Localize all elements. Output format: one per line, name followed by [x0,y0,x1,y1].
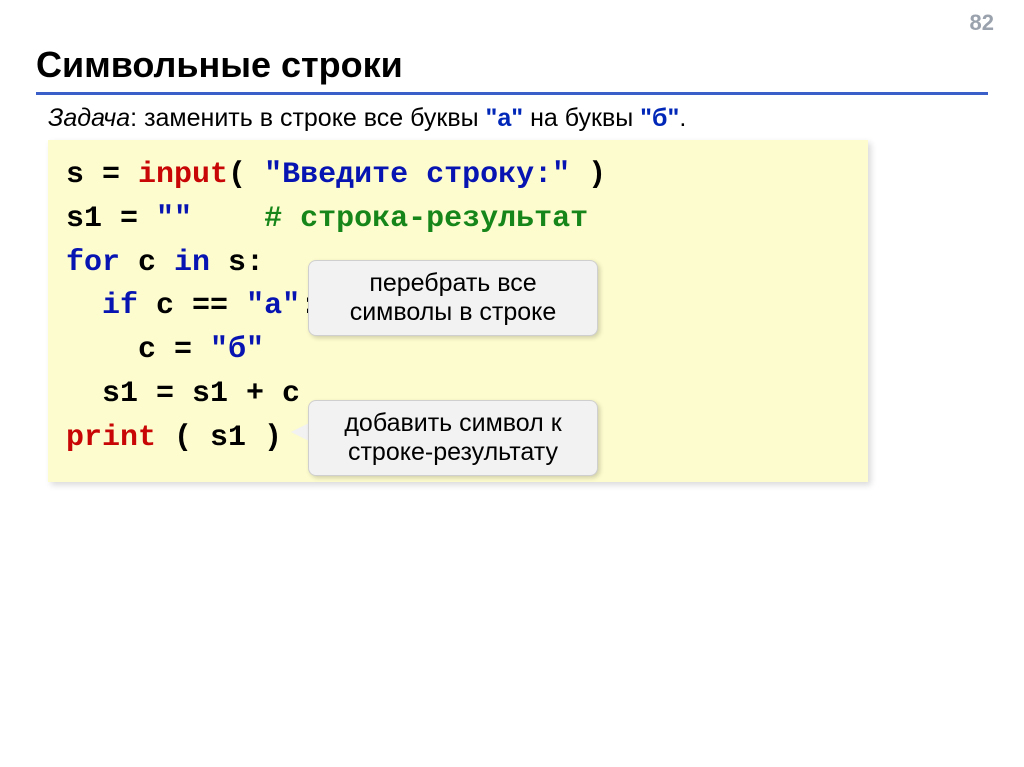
slide-title: Символьные строки [36,44,403,86]
tok-str-a: "а" [246,289,300,323]
tok-in: in [174,246,210,280]
callout-iterate: перебрать все символы в строке [308,260,598,336]
task-text-1: заменить в строке все буквы [144,104,485,132]
tok-indent5 [66,333,138,367]
tok-eqeq: == [174,289,246,323]
tok-pad [192,202,264,236]
callout-append: добавить символ к строке-результату [308,400,598,476]
task-text-2: на буквы [523,104,640,132]
tok-for: for [66,246,120,280]
tok-c5: c [138,333,156,367]
tok-empty-str: "" [156,202,192,236]
tok-open: ( [228,158,264,192]
tok-str-b: "б" [210,333,264,367]
tok-indent4 [66,289,102,323]
tok-eq5: = [156,333,210,367]
task-label: Задача [48,104,130,132]
page-number: 82 [970,10,994,36]
tok-cvar: c [138,289,174,323]
task-line: Задача: заменить в строке все буквы "а" … [48,104,686,133]
tok-expr6: s1 = s1 + c [102,377,300,411]
tok-if: if [102,289,138,323]
tok-s1: s1 [66,202,102,236]
task-letter-b: "б" [640,104,679,132]
task-sep: : [130,104,144,132]
tok-s-colon: s: [210,246,264,280]
tok-comment: # строка-результат [264,202,588,236]
code-line-2: s1 = "" # строка-результат [66,198,850,242]
code-line-1: s = input( "Введите строку:" ) [66,154,850,198]
task-letter-a: "а" [486,104,524,132]
tok-indent6 [66,377,102,411]
tok-eq2: = [102,202,156,236]
tok-eq: = [84,158,138,192]
tok-close: ) [570,158,606,192]
tok-str-prompt: "Введите строку:" [264,158,570,192]
title-underline [36,92,988,95]
tok-s: s [66,158,84,192]
tok-print: print [66,421,156,455]
tok-input: input [138,158,228,192]
tok-print-args: ( s1 ) [156,421,282,455]
task-end: . [679,104,686,132]
tok-c-var: c [120,246,174,280]
